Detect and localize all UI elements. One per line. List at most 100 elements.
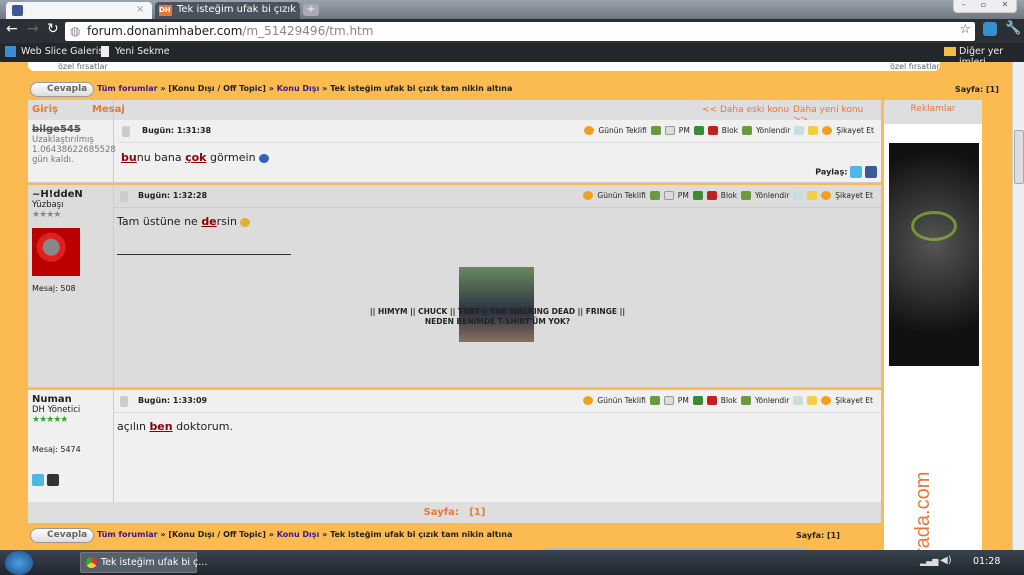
offer-link[interactable]: Günün Teklifi bbox=[597, 191, 645, 200]
mail-icon[interactable] bbox=[649, 191, 660, 200]
mail-icon[interactable] bbox=[649, 396, 660, 405]
warning-icon bbox=[821, 396, 832, 405]
add-icon[interactable] bbox=[46, 474, 59, 486]
ad-text[interactable]: rada.com bbox=[912, 472, 935, 555]
pm-icon bbox=[663, 396, 674, 405]
back-icon[interactable]: ← bbox=[6, 21, 18, 37]
mail-icon[interactable] bbox=[650, 126, 661, 135]
username[interactable]: bilge545 bbox=[32, 124, 109, 135]
start-button[interactable] bbox=[5, 551, 33, 575]
pm-icon bbox=[664, 126, 675, 135]
crumb-category[interactable]: [Konu Dışı / Off Topic] bbox=[168, 84, 266, 93]
block-link[interactable]: Blok bbox=[721, 396, 737, 405]
ads-sidebar: Reklamlar rada.com bbox=[884, 100, 982, 555]
copy-icon[interactable] bbox=[793, 396, 804, 405]
folder-icon bbox=[944, 47, 956, 56]
taskbar-window-title: Tek isteğim ufak bi ç... bbox=[101, 557, 208, 568]
tab-title: Tek isteğim ufak bi çızık t... bbox=[177, 4, 300, 15]
add-friend-icon[interactable] bbox=[692, 396, 703, 405]
share-label: Paylaş: bbox=[815, 167, 848, 177]
text: rsin bbox=[216, 215, 237, 228]
wrench-icon[interactable]: 🔧 bbox=[1005, 21, 1021, 36]
report-link[interactable]: Şikayet Et bbox=[835, 396, 873, 405]
reply-label: Cevapla bbox=[47, 530, 88, 540]
signature-line: || HIMYM || CHUCK || TBBT || THE WALKING… bbox=[369, 307, 626, 316]
page-value[interactable]: [1] bbox=[827, 531, 840, 540]
network-icon[interactable]: ▂▄▆ bbox=[920, 557, 938, 566]
tab-forum[interactable]: DH Tek isteğim ufak bi çızık t... bbox=[155, 2, 300, 19]
username[interactable]: Numan bbox=[32, 394, 109, 405]
forward-link[interactable]: Yönlendir bbox=[755, 396, 789, 405]
folder-icon[interactable] bbox=[807, 396, 818, 405]
report-link[interactable]: Şikayet Et bbox=[835, 191, 873, 200]
older-topic-link[interactable]: << Daha eski konu bbox=[702, 105, 789, 115]
header-login[interactable]: Giriş bbox=[32, 104, 58, 115]
taskbar-window-button[interactable]: Tek isteğim ufak bi ç... bbox=[80, 552, 207, 573]
block-link[interactable]: Blok bbox=[722, 126, 738, 135]
rank-stars: ★★★★★ bbox=[32, 415, 68, 425]
twitter-icon[interactable] bbox=[850, 166, 863, 178]
pm-link[interactable]: PM bbox=[679, 126, 690, 135]
forum-page: özel fırsatlar özel fırsatlar Cevapla Tü… bbox=[0, 62, 1012, 555]
pm-link[interactable]: PM bbox=[678, 396, 689, 405]
clock[interactable]: 01:28 bbox=[973, 556, 1000, 567]
post-author: ~H!ddeN Yüzbaşı ★★★★ Mesaj: 508 bbox=[28, 185, 114, 388]
extension-icon[interactable] bbox=[983, 22, 997, 36]
remnant-right: özel fırsatlar bbox=[890, 62, 940, 71]
scrollbar-thumb[interactable] bbox=[1014, 130, 1024, 184]
minimize-button[interactable]: – bbox=[962, 0, 966, 12]
post-time: Bugün: 1:33:09 bbox=[138, 396, 208, 405]
add-friend-icon[interactable] bbox=[692, 191, 703, 200]
page-value[interactable]: [1] bbox=[986, 85, 999, 94]
offer-link[interactable]: Günün Teklifi bbox=[598, 126, 646, 135]
pm-link[interactable]: PM bbox=[678, 191, 689, 200]
address-bar[interactable]: ◍ forum.donanimhaber.com/m_51429496/tm.h… bbox=[65, 22, 975, 41]
forward-icon[interactable]: → bbox=[27, 21, 39, 37]
signature-line: NEDEN BENİMDE T-SHIRT'ÜM YOK? bbox=[424, 317, 571, 326]
reply-button[interactable]: Cevapla bbox=[30, 82, 94, 97]
facebook-share-icon[interactable] bbox=[865, 166, 877, 178]
text: görmein bbox=[206, 151, 256, 164]
ad-banner[interactable] bbox=[889, 143, 979, 366]
bookmark-new-tab[interactable]: Yeni Sekme bbox=[115, 46, 170, 57]
add-friend-icon[interactable] bbox=[693, 126, 704, 135]
footer-pagination[interactable]: Sayfa: [1] bbox=[28, 502, 881, 523]
close-button[interactable]: ✕ bbox=[1002, 0, 1009, 12]
crumb-subforum[interactable]: Konu Dışı bbox=[277, 84, 320, 93]
folder-icon[interactable] bbox=[807, 191, 818, 200]
forward-icon bbox=[741, 126, 752, 135]
crumb-all-forums[interactable]: Tüm forumlar bbox=[97, 84, 158, 93]
forward-link[interactable]: Yönlendir bbox=[755, 191, 789, 200]
block-icon bbox=[706, 191, 717, 200]
new-tab-button[interactable]: + bbox=[303, 4, 319, 16]
block-link[interactable]: Blok bbox=[721, 191, 737, 200]
copy-icon[interactable] bbox=[794, 126, 805, 135]
twitter-icon[interactable] bbox=[32, 474, 44, 486]
report-link[interactable]: Şikayet Et bbox=[836, 126, 874, 135]
forward-link[interactable]: Yönlendir bbox=[756, 126, 790, 135]
close-tab-icon[interactable]: × bbox=[136, 4, 144, 15]
post-meta: Bugün: 1:32:28 Günün Teklifi PM Blok Yönlen… bbox=[114, 185, 881, 208]
reply-button-bottom[interactable]: Cevapla bbox=[30, 528, 94, 543]
maximize-button[interactable]: ▫ bbox=[981, 0, 986, 12]
star-icon[interactable]: ☆ bbox=[959, 22, 971, 37]
dh-icon: DH bbox=[159, 5, 172, 16]
avatar[interactable] bbox=[32, 228, 80, 276]
reload-icon[interactable]: ↻ bbox=[47, 21, 59, 37]
crumb-subforum[interactable]: Konu Dışı bbox=[277, 530, 320, 539]
bookmark-web-slice[interactable]: Web Slice Galerisi bbox=[21, 46, 106, 57]
user-rank: DH Yönetici bbox=[32, 405, 81, 415]
tab-facebook[interactable]: × bbox=[6, 2, 152, 19]
offer-link[interactable]: Günün Teklifi bbox=[597, 396, 645, 405]
folder-icon[interactable] bbox=[808, 126, 819, 135]
globe-icon: ◍ bbox=[70, 24, 81, 38]
volume-icon[interactable]: ◀) bbox=[940, 555, 952, 566]
user-rank: Yüzbaşı bbox=[32, 200, 64, 210]
username[interactable]: ~H!ddeN bbox=[32, 189, 109, 200]
post-count: Mesaj: 508 bbox=[32, 284, 76, 293]
crumb-all-forums[interactable]: Tüm forumlar bbox=[97, 530, 158, 539]
offer-icon bbox=[583, 191, 594, 200]
copy-icon[interactable] bbox=[793, 191, 804, 200]
crumb-category[interactable]: [Konu Dışı / Off Topic] bbox=[168, 530, 266, 539]
scrollbar[interactable] bbox=[1012, 62, 1024, 550]
